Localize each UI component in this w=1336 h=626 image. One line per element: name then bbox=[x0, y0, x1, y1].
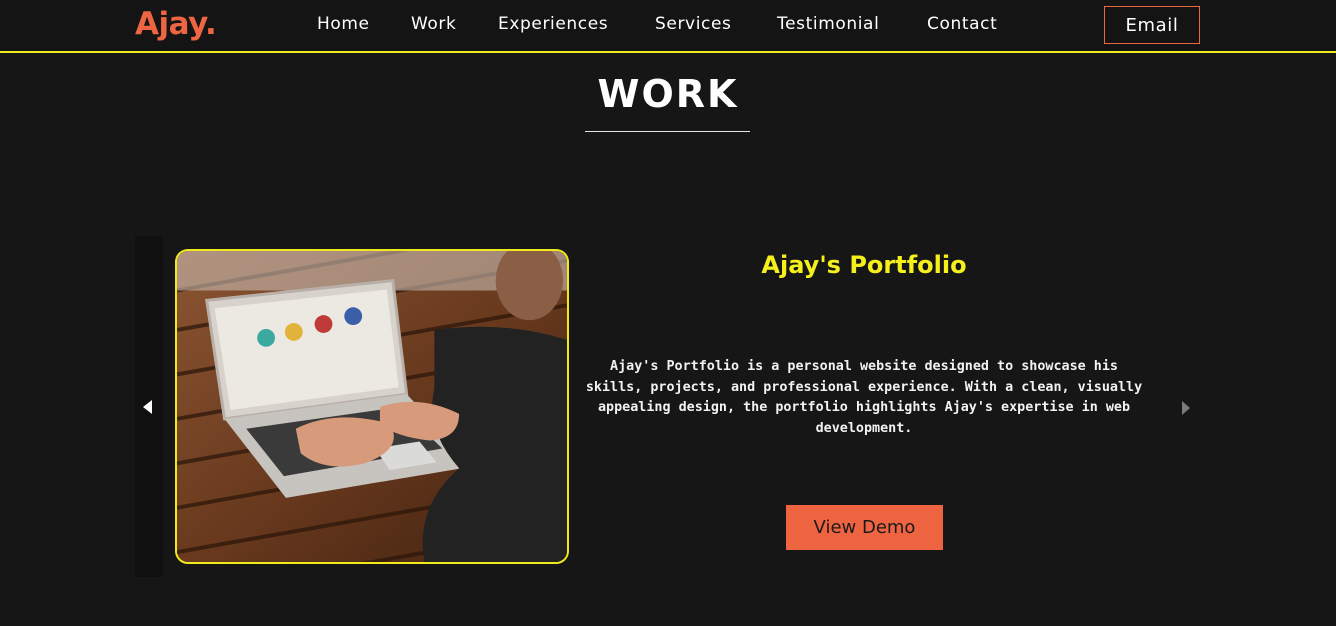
laptop-photo bbox=[177, 251, 567, 562]
logo[interactable]: Ajay. bbox=[135, 6, 217, 42]
nav-link-work[interactable]: Work bbox=[411, 14, 456, 34]
email-button[interactable]: Email bbox=[1104, 6, 1200, 44]
chevron-right-icon[interactable] bbox=[1182, 401, 1190, 415]
view-demo-button[interactable]: View Demo bbox=[786, 505, 943, 550]
navbar: Ajay. Home Work Experiences Services Tes… bbox=[0, 0, 1336, 53]
carousel-prev-button[interactable] bbox=[135, 236, 163, 577]
chevron-left-icon bbox=[143, 400, 152, 414]
project-title: Ajay's Portfolio bbox=[761, 251, 967, 279]
nav-link-contact[interactable]: Contact bbox=[927, 14, 997, 34]
nav-link-services[interactable]: Services bbox=[655, 14, 732, 34]
title-underline bbox=[585, 131, 750, 132]
project-image bbox=[175, 249, 569, 564]
section-title: WORK bbox=[597, 72, 739, 116]
project-description: Ajay's Portfolio is a personal website d… bbox=[585, 359, 1143, 436]
nav-link-testimonial[interactable]: Testimonial bbox=[777, 14, 879, 34]
nav-link-home[interactable]: Home bbox=[317, 14, 370, 34]
nav-link-experiences[interactable]: Experiences bbox=[498, 14, 608, 34]
